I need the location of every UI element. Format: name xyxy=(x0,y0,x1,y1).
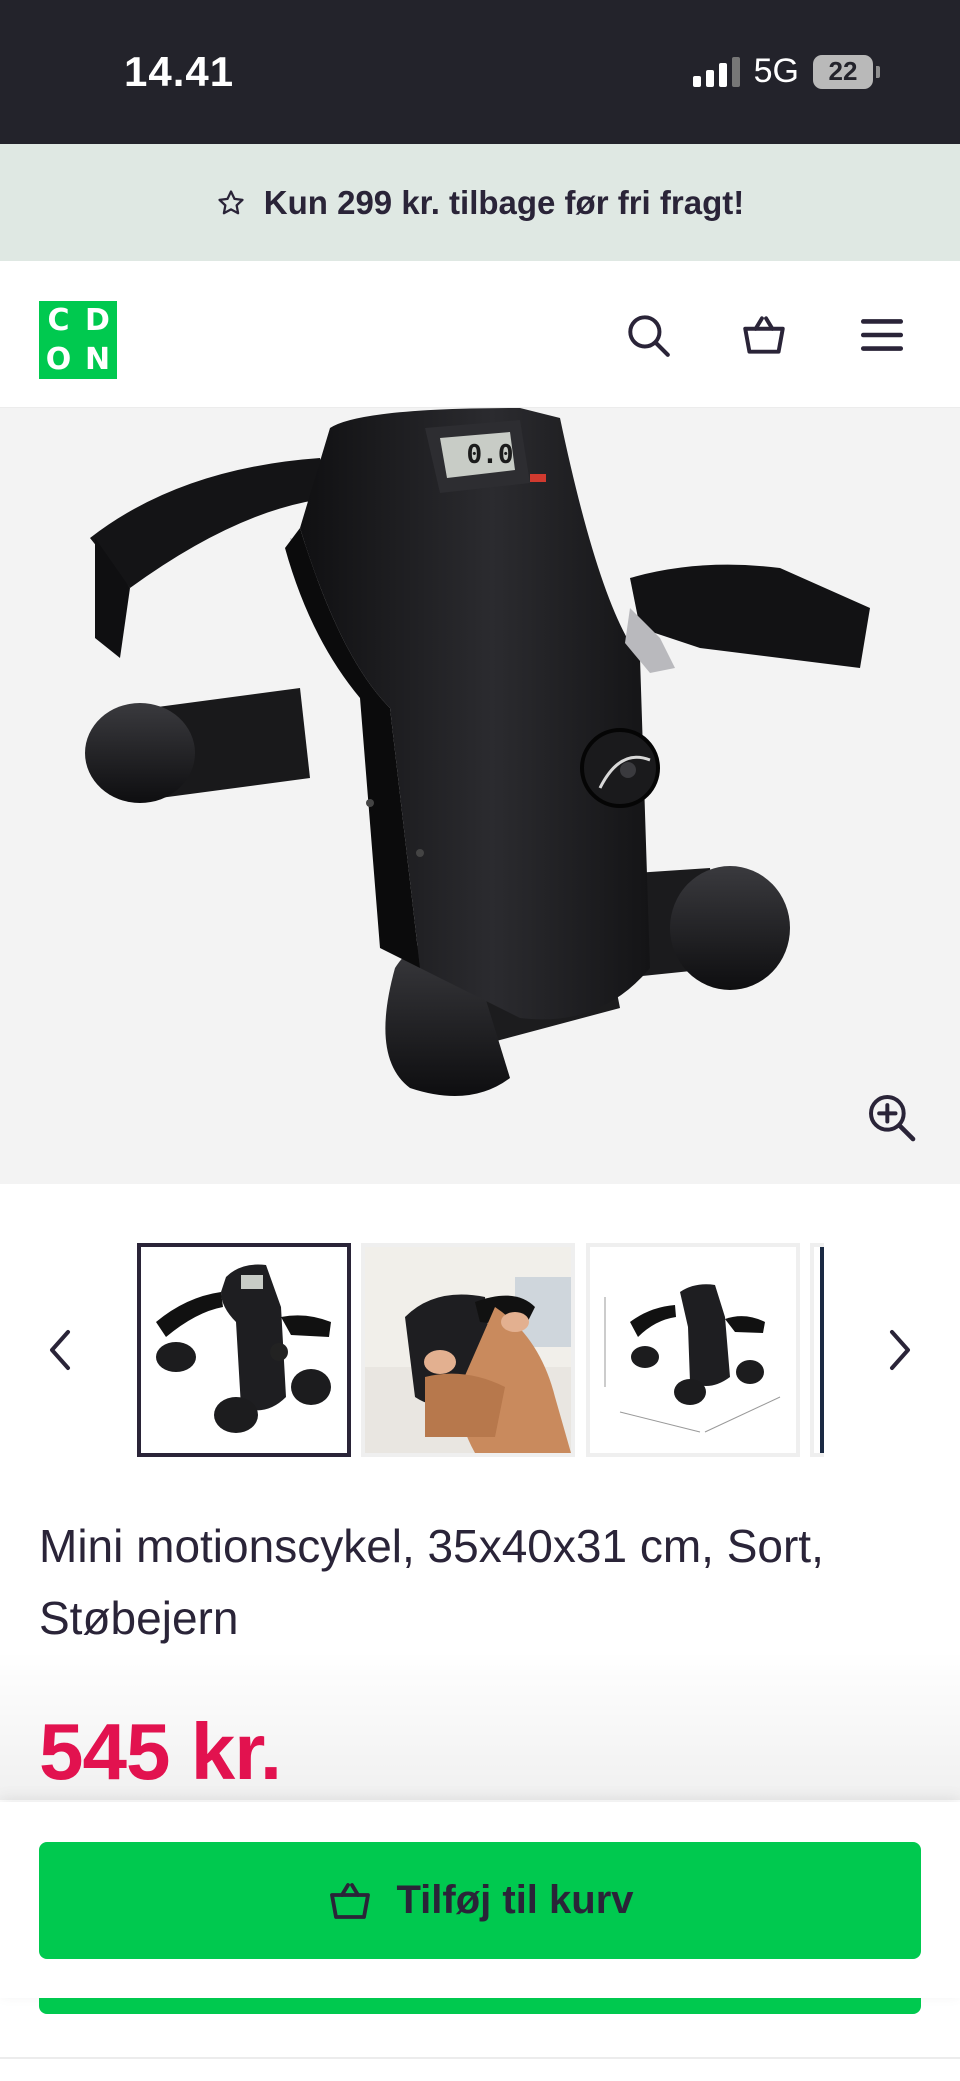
logo-letter: D xyxy=(85,303,110,338)
cart-button[interactable] xyxy=(736,307,792,363)
sticky-cart-bar: Tilføj til kurv xyxy=(0,1802,960,1998)
status-time: 14.41 xyxy=(124,48,235,95)
logo-letter: C xyxy=(47,303,70,338)
promo-text: Kun 299 kr. tilbage før fri fragt! xyxy=(263,183,745,221)
battery-level: 22 xyxy=(813,54,873,89)
product-image[interactable]: 0.0 xyxy=(0,408,960,1184)
product-title: Mini motionscykel, 35x40x31 cm, Sort, St… xyxy=(39,1520,824,1644)
battery-icon: 22 xyxy=(813,54,880,89)
logo-letter: N xyxy=(84,342,111,377)
free-shipping-banner: Kun 299 kr. tilbage før fri fragt! xyxy=(0,144,960,261)
chevron-right-icon xyxy=(890,1330,910,1370)
menu-icon xyxy=(860,319,904,351)
mini-exercise-bike-illustration: 0.0 xyxy=(85,408,870,1096)
star-outline-icon xyxy=(218,189,244,214)
basket-icon xyxy=(330,1882,371,1919)
status-indicators: 5G 22 xyxy=(692,52,880,91)
next-image-button[interactable] xyxy=(880,1320,920,1380)
divider xyxy=(0,2057,960,2059)
thumbnail-carousel xyxy=(0,1240,960,1460)
search-button[interactable] xyxy=(620,307,676,363)
network-type: 5G xyxy=(753,52,799,90)
logo-letter: O xyxy=(45,342,72,377)
previous-image-button[interactable] xyxy=(40,1320,80,1380)
site-header: C D O N xyxy=(0,261,960,408)
signal-icon xyxy=(692,56,740,87)
hidden-button-edge xyxy=(39,1998,921,2014)
chevron-left-icon xyxy=(50,1330,70,1370)
zoom-button[interactable] xyxy=(864,1090,920,1146)
search-icon xyxy=(628,315,670,357)
thumbnail-product-front[interactable] xyxy=(137,1243,351,1457)
thumbnail-product-partial[interactable] xyxy=(810,1243,824,1457)
product-price: 545 kr. xyxy=(39,1707,282,1796)
cdon-logo[interactable]: C D O N xyxy=(39,301,117,379)
add-to-cart-label: Tilføj til kurv xyxy=(396,1878,634,1922)
basket-icon xyxy=(743,316,785,354)
add-to-cart-button[interactable]: Tilføj til kurv xyxy=(39,1842,921,1959)
thumbnail-product-in-use[interactable] xyxy=(361,1243,575,1457)
zoom-in-icon xyxy=(869,1095,916,1142)
menu-button[interactable] xyxy=(854,307,910,363)
display-reading: 0.0 xyxy=(467,440,514,470)
thumbnail-product-dimensions[interactable] xyxy=(586,1243,800,1457)
status-bar: 14.41 5G 22 xyxy=(0,0,960,144)
